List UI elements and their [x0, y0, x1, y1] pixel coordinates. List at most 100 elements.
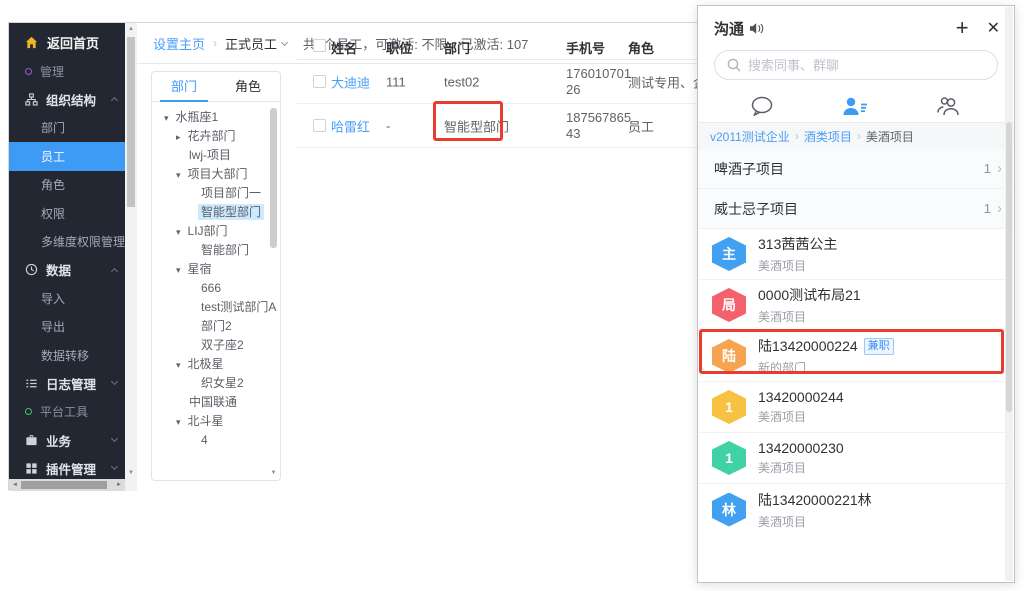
employee-name-link[interactable]: 哈雷红	[331, 116, 370, 135]
sidebar-item-daochu[interactable]: 导出	[9, 313, 125, 341]
tree-node[interactable]: test测试部门A	[152, 298, 280, 317]
contact-row-highlighted[interactable]: 陆 陆13420000224兼职 新的部门	[698, 331, 1014, 382]
panel-scrollbar[interactable]	[1005, 7, 1013, 581]
sidebar-item-bumen[interactable]: 部门	[9, 114, 125, 142]
chevron-right-icon	[997, 200, 1002, 217]
tree-node[interactable]: 双子座2	[152, 336, 280, 355]
sidebar-horizontal-scrollbar[interactable]	[9, 479, 125, 491]
project-row[interactable]: 啤酒子项目 1	[698, 149, 1014, 189]
contact-info: 13420000244 美酒项目	[758, 389, 844, 425]
tree-node[interactable]: 北极星	[152, 355, 280, 374]
panel-title: 沟通	[714, 18, 744, 39]
scroll-down-icon[interactable]	[125, 470, 137, 476]
tree-node[interactable]: 智能部门	[152, 241, 280, 260]
contact-dept: 美酒项目	[758, 408, 844, 425]
sidebar-item-shujuzhuanyi[interactable]: 数据转移	[9, 341, 125, 369]
tree-node[interactable]: 项目部门一	[152, 184, 280, 203]
tree-node[interactable]: LIJ部门	[152, 222, 280, 241]
chevron-down-icon	[111, 378, 118, 385]
tree-node-selected[interactable]: 智能型部门	[152, 203, 280, 222]
tree-node[interactable]: 666	[152, 279, 280, 298]
sidebar-vertical-scrollbar[interactable]	[125, 23, 137, 479]
sidebar-item-home[interactable]: 返回首页	[9, 27, 125, 57]
sidebar-item-shuju[interactable]: 数据	[9, 256, 125, 284]
tree-node[interactable]: 中国联通	[152, 393, 280, 412]
tree-node[interactable]: 织女星2	[152, 374, 280, 393]
sidebar-item-yewu[interactable]: 业务	[9, 426, 125, 454]
tree-node[interactable]: 花卉部门	[152, 127, 280, 146]
tree-node[interactable]: 项目大部门	[152, 165, 280, 184]
breadcrumb-current[interactable]: 正式员工	[225, 34, 277, 53]
tree-scrollbar[interactable]	[270, 106, 277, 476]
scrollbar-thumb[interactable]	[21, 481, 107, 489]
scroll-up-icon[interactable]	[125, 26, 137, 32]
employee-name-link[interactable]: 大迪迪	[331, 72, 370, 91]
contact-row[interactable]: 局 0000测试布局21 美酒项目	[698, 280, 1014, 331]
select-all-checkbox[interactable]	[313, 39, 326, 52]
chevron-up-icon	[111, 268, 118, 275]
scrollbar-thumb[interactable]	[1006, 122, 1012, 412]
breadcrumb-home-link[interactable]: 设置主页	[153, 34, 205, 53]
tree-node[interactable]: 北斗星	[152, 412, 280, 431]
tree-tabs: 部门 角色	[152, 72, 280, 102]
contact-info: 陆13420000224兼职 新的部门	[758, 336, 894, 376]
panel-tabs	[698, 90, 1014, 123]
tree-node[interactable]: 部门2	[152, 317, 280, 336]
scrollbar-thumb[interactable]	[270, 108, 277, 248]
close-button[interactable]: ✕	[987, 18, 1000, 38]
tree-node[interactable]: lwj-项目	[152, 146, 280, 165]
contact-info: 313茜茜公主 美酒项目	[758, 234, 837, 274]
speaker-icon	[749, 22, 764, 35]
col-phone: 手机号	[566, 38, 630, 57]
tab-groups[interactable]	[936, 96, 962, 116]
scrollbar-thumb[interactable]	[127, 37, 135, 207]
tree-node-label: 项目大部门	[185, 166, 251, 182]
tree-node-label: LIJ部门	[185, 223, 231, 239]
breadcrumb-company[interactable]: v2011测试企业	[710, 128, 790, 145]
tree-node[interactable]: 4	[152, 431, 280, 450]
sidebar-item-org[interactable]: 组织结构	[9, 85, 125, 113]
contact-name: 陆13420000224兼职	[758, 336, 894, 356]
tab-role[interactable]: 角色	[216, 72, 280, 101]
sidebar-item-chajian[interactable]: 插件管理	[9, 454, 125, 479]
sidebar-item-juese[interactable]: 角色	[9, 171, 125, 199]
scroll-left-icon[interactable]	[12, 482, 18, 488]
sidebar-item-pingtai[interactable]: 平台工具	[9, 398, 125, 426]
project-count: 1	[984, 201, 991, 216]
contact-row[interactable]: 林 陆13420000221林 美酒项目	[698, 484, 1014, 535]
sidebar-item-duoweidu[interactable]: 多维度权限管理	[9, 227, 125, 255]
employee-dept: 智能型部门	[444, 116, 509, 135]
sidebar-item-rizhi[interactable]: 日志管理	[9, 369, 125, 397]
breadcrumb-separator: ›	[795, 129, 799, 143]
breadcrumb-separator: ›	[857, 129, 861, 143]
chevron-down-icon[interactable]	[281, 38, 288, 45]
breadcrumb-project[interactable]: 酒类项目	[804, 128, 852, 145]
sidebar-item-daoru[interactable]: 导入	[9, 284, 125, 312]
tab-contacts-active[interactable]	[842, 96, 868, 116]
search-box[interactable]	[714, 50, 998, 80]
project-row[interactable]: 威士忌子项目 1	[698, 189, 1014, 229]
tree-node[interactable]: 星宿	[152, 260, 280, 279]
tab-department[interactable]: 部门	[152, 72, 216, 101]
sidebar-item-quanxian[interactable]: 权限	[9, 199, 125, 227]
scroll-right-icon[interactable]	[116, 482, 122, 488]
contact-row[interactable]: 1 13420000244 美酒项目	[698, 382, 1014, 433]
search-input[interactable]	[748, 58, 985, 73]
sidebar-item-guanli[interactable]: 管理	[9, 57, 125, 85]
contact-row[interactable]: 主 313茜茜公主 美酒项目	[698, 229, 1014, 280]
panel-header: 沟通 + ✕	[698, 6, 1014, 44]
contact-row[interactable]: 1 13420000230 美酒项目	[698, 433, 1014, 484]
col-name: 姓名	[331, 38, 357, 57]
sidebar-item-yuangong-active[interactable]: 员工	[9, 142, 125, 170]
sidebar-item-label: 管理	[40, 63, 64, 80]
tab-chats[interactable]	[750, 96, 774, 116]
tree-node[interactable]: 水瓶座1	[152, 108, 280, 127]
add-button[interactable]: +	[956, 18, 969, 38]
row-checkbox[interactable]	[313, 119, 326, 132]
scroll-down-icon[interactable]	[270, 470, 277, 476]
phone-line2: 43	[566, 126, 580, 141]
row-checkbox[interactable]	[313, 75, 326, 88]
tree-node-label: 智能部门	[198, 242, 252, 258]
employee-position: 111	[386, 74, 406, 89]
contact-name-text: 13420000244	[758, 389, 844, 405]
